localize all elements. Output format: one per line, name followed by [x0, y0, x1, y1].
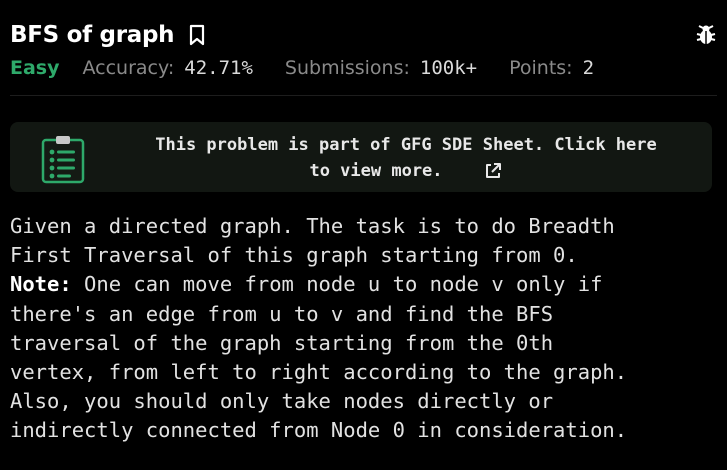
accuracy-label: Accuracy:	[82, 57, 175, 79]
checklist-icon	[41, 136, 85, 184]
problem-meta: Easy Accuracy: 42.71% Submissions: 100k+…	[10, 53, 626, 83]
submissions-value: 100k+	[419, 57, 478, 79]
points-value: 2	[582, 57, 595, 79]
accuracy-value: 42.71%	[184, 57, 253, 79]
bug-icon[interactable]	[695, 23, 717, 47]
banner-line-2: to view more.	[309, 161, 443, 181]
difficulty-badge: Easy	[10, 57, 60, 79]
header-divider	[10, 95, 717, 96]
description-line: vertex, from left to right according to …	[10, 360, 628, 385]
description-line: Also, you should only take nodes directl…	[10, 389, 554, 414]
description-line: traversal of the graph starting from the…	[10, 330, 554, 355]
external-link-icon[interactable]	[483, 161, 503, 181]
bookmark-icon[interactable]	[186, 23, 208, 47]
banner-text[interactable]: This problem is part of GFG SDE Sheet. C…	[106, 132, 706, 184]
submissions-label: Submissions:	[284, 57, 410, 79]
note-text: One can move from node u to node v only …	[71, 272, 603, 297]
description-line: First Traversal of this graph starting f…	[10, 243, 578, 268]
problem-description: Given a directed graph. The task is to d…	[10, 212, 720, 446]
problem-header: BFS of graph	[10, 18, 717, 52]
description-line: Given a directed graph. The task is to d…	[10, 214, 615, 238]
description-line: there's an edge from u to v and find the…	[10, 301, 554, 326]
note-line: Note: One can move from node u to node v…	[10, 270, 720, 299]
sde-sheet-banner[interactable]: This problem is part of GFG SDE Sheet. C…	[10, 122, 712, 192]
points-label: Points:	[509, 57, 573, 79]
banner-line-1: This problem is part of GFG SDE Sheet. C…	[155, 135, 657, 155]
note-label: Note:	[10, 272, 72, 297]
problem-title: BFS of graph	[10, 22, 175, 48]
description-line: indirectly connected from Node 0 in cons…	[10, 418, 628, 443]
